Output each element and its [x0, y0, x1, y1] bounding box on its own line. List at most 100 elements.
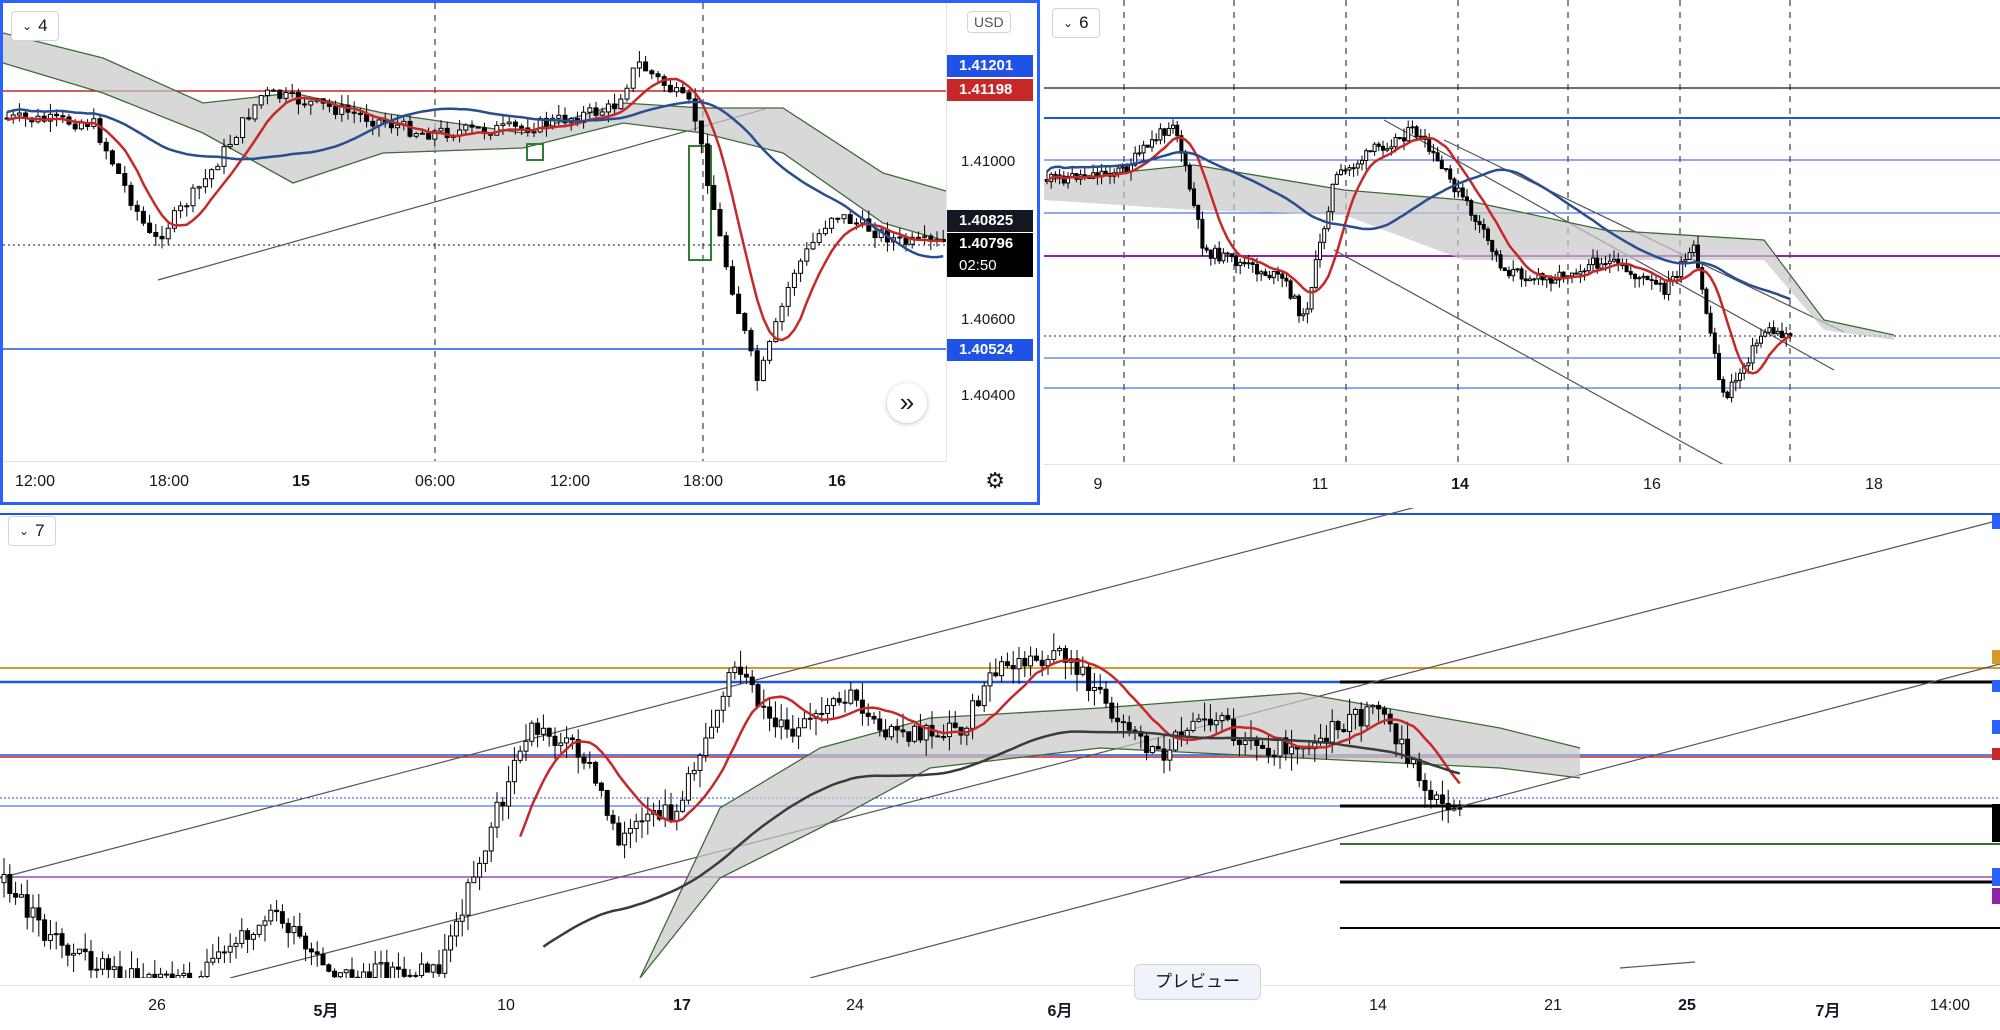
time-label: 5月 [313, 1003, 339, 1020]
candle-body [655, 73, 661, 78]
chart-canvas-a[interactable] [3, 3, 953, 463]
candle-body [190, 187, 196, 207]
candle-body [401, 968, 407, 977]
candle-body [1507, 270, 1511, 277]
candle-body [624, 87, 630, 100]
candle-body [627, 828, 633, 834]
countdown-label: 02:50 [947, 255, 1033, 277]
time-axis-c[interactable]: 26 5月 10 17 24 6月 14 21 25 7月 14:00 [0, 985, 2000, 1030]
candle-body [279, 911, 285, 924]
time-label: 21 [1544, 997, 1562, 1014]
candle-body [204, 961, 210, 977]
time-axis-a[interactable]: 12:00 18:00 15 06:00 12:00 18:00 16 [3, 461, 947, 502]
candle-body [1103, 688, 1109, 704]
candle-body [117, 966, 123, 978]
candle-body [1187, 164, 1192, 190]
candle-body [54, 113, 60, 117]
chart-pane-c[interactable]: ⌄ 7 26 5月 10 17 24 6月 14 21 25 7月 14:00 … [0, 508, 2000, 1030]
candle-body [357, 112, 363, 115]
candle-body [407, 974, 413, 977]
candle-body [1154, 139, 1159, 142]
time-label: 18:00 [682, 473, 724, 490]
candle-body [426, 132, 432, 140]
candle-body [540, 727, 546, 735]
candle-body [807, 717, 813, 720]
candle-body [748, 329, 754, 352]
candle-body [395, 124, 401, 129]
candle-body [246, 117, 252, 120]
candle-body [252, 104, 258, 120]
chart-canvas-b[interactable] [1044, 0, 2000, 465]
candle-body [1376, 704, 1382, 710]
gear-icon[interactable]: ⚙ [985, 468, 1005, 494]
candle-body [258, 95, 264, 106]
candle-body [1225, 715, 1231, 720]
candle-body [1250, 262, 1255, 265]
candle-body [829, 217, 835, 229]
candle-body [370, 120, 376, 127]
candle-body [245, 930, 251, 940]
scroll-to-realtime-button[interactable]: » [887, 383, 927, 423]
currency-label[interactable]: USD [967, 11, 1011, 33]
candle-body [1335, 721, 1341, 731]
pane-tag-a[interactable]: ⌄ 4 [11, 11, 59, 41]
candle-body [604, 789, 610, 816]
candle-body [351, 111, 357, 114]
price-scale-a[interactable]: USD 1.41000 1.40600 1.40400 1.41201 1.41… [946, 3, 1037, 468]
candle-body [1097, 686, 1103, 690]
candle-body [1532, 278, 1537, 281]
chart-canvas-c[interactable] [0, 508, 2000, 978]
candle-body [900, 729, 906, 733]
candle-body [685, 773, 691, 801]
candle-body [847, 214, 853, 225]
candle-body [471, 876, 477, 884]
candle-body [1428, 789, 1434, 800]
candle-body [1599, 263, 1604, 269]
candle-body [1288, 280, 1293, 299]
pane-tag-b[interactable]: ⌄ 6 [1052, 8, 1100, 38]
candle-body [100, 958, 106, 970]
candle-body [1670, 276, 1675, 281]
edge-marker [1992, 748, 2000, 760]
candle-body [147, 222, 153, 234]
candle-body [1591, 257, 1595, 266]
time-axis-b[interactable]: 9 11 14 16 18 [1044, 464, 2000, 505]
candle-body [1053, 173, 1058, 176]
candle-body [264, 89, 270, 97]
preview-button[interactable]: プレビュー [1134, 964, 1261, 1000]
time-label: 9 [1093, 476, 1103, 493]
candle-body [1010, 665, 1016, 670]
candle-body [1771, 327, 1776, 335]
candle-body [760, 359, 766, 381]
candle-body [1733, 379, 1738, 383]
time-label: 12:00 [549, 473, 591, 490]
candle-body [169, 973, 175, 978]
candle-body [859, 699, 865, 714]
time-label: 24 [846, 997, 864, 1014]
pane-tag-c[interactable]: ⌄ 7 [8, 516, 56, 546]
candle-body [1305, 308, 1310, 315]
candle-body [1448, 168, 1453, 180]
candle-body [1381, 708, 1387, 715]
candle-body [216, 951, 222, 959]
candle-body [1213, 247, 1217, 259]
candle-body [1406, 127, 1411, 142]
candle-body [1217, 247, 1222, 262]
candle-body [419, 963, 425, 977]
candle-body [227, 945, 233, 953]
chart-pane-a[interactable]: ⌄ 4 » USD 1.41000 1.40600 1.40400 1.4120… [0, 0, 1040, 505]
chart-pane-b[interactable]: ⌄ 6 9 11 14 16 18 [1044, 0, 2000, 505]
candle-body [1595, 257, 1600, 269]
candle-body [680, 87, 686, 94]
candle-body [801, 718, 807, 729]
candle-body [1431, 150, 1436, 154]
candle-body [506, 781, 512, 807]
candle-body [1607, 260, 1612, 265]
candle-body [668, 804, 674, 822]
candle-body [1372, 143, 1377, 153]
candle-body [283, 91, 289, 99]
candle-body [556, 114, 562, 119]
candle-body [1347, 167, 1352, 171]
candle-body [1334, 174, 1339, 185]
candle-body [1364, 150, 1369, 161]
